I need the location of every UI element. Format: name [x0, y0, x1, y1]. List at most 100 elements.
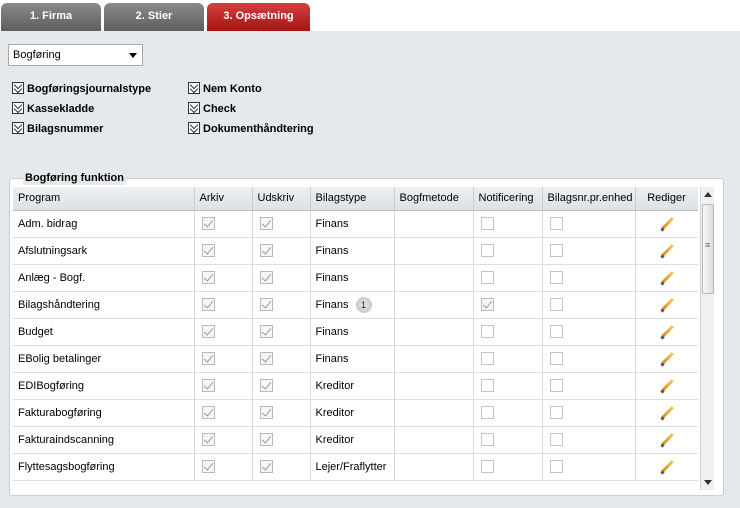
- udskriv-checkbox[interactable]: [259, 379, 273, 392]
- cell-bogfmetode[interactable]: [394, 453, 474, 481]
- cell-bilagstype[interactable]: Kreditor: [310, 426, 395, 454]
- cell-bogfmetode[interactable]: [394, 372, 474, 400]
- edit-pencil-icon[interactable]: [660, 433, 674, 447]
- section-nem-konto[interactable]: Nem Konto: [188, 82, 262, 96]
- cell-bogfmetode[interactable]: [394, 399, 474, 427]
- arkiv-checkbox[interactable]: [201, 433, 215, 446]
- bilagsnr-checkbox[interactable]: [549, 460, 563, 473]
- notificering-checkbox[interactable]: [480, 406, 494, 419]
- udskriv-checkbox[interactable]: [259, 352, 273, 365]
- cell-arkiv: [194, 291, 253, 319]
- cell-bogfmetode[interactable]: [394, 318, 474, 346]
- scroll-down-icon[interactable]: [704, 480, 712, 485]
- cell-bilagsnr: [542, 426, 636, 454]
- udskriv-checkbox[interactable]: [259, 460, 273, 473]
- column-header-notificering[interactable]: Notificering: [473, 187, 543, 211]
- grid-scrollbar[interactable]: [700, 187, 714, 490]
- scroll-up-icon[interactable]: [704, 192, 712, 197]
- cell-arkiv: [194, 345, 253, 373]
- cell-bilagstype[interactable]: Finans: [310, 210, 395, 238]
- section-bilagsnummer[interactable]: Bilagsnummer: [12, 122, 103, 136]
- bilagsnr-checkbox[interactable]: [549, 433, 563, 446]
- column-header-program[interactable]: Program: [13, 187, 195, 211]
- cell-bilagstype[interactable]: Finans: [310, 318, 395, 346]
- arkiv-checkbox[interactable]: [201, 217, 215, 230]
- edit-pencil-icon[interactable]: [660, 460, 674, 474]
- cell-bilagstype[interactable]: Finans 1: [310, 291, 395, 319]
- bilagsnr-checkbox[interactable]: [549, 406, 563, 419]
- udskriv-checkbox[interactable]: [259, 271, 273, 284]
- notificering-checkbox[interactable]: [480, 433, 494, 446]
- tab-opsaetning[interactable]: 3. Opsætning: [207, 3, 310, 31]
- section-kassekladde[interactable]: Kassekladde: [12, 102, 94, 116]
- tab-firma[interactable]: 1. Firma: [1, 3, 101, 31]
- cell-bilagstype[interactable]: Finans: [310, 237, 395, 265]
- notificering-checkbox[interactable]: [480, 244, 494, 257]
- cell-bilagstype[interactable]: Lejer/Fraflytter: [310, 453, 395, 481]
- notificering-checkbox[interactable]: [480, 460, 494, 473]
- cell-bogfmetode[interactable]: [394, 210, 474, 238]
- notificering-checkbox[interactable]: [480, 271, 494, 284]
- notificering-checkbox[interactable]: [480, 379, 494, 392]
- cell-bogfmetode[interactable]: [394, 426, 474, 454]
- section-check[interactable]: Check: [188, 102, 236, 116]
- arkiv-checkbox[interactable]: [201, 352, 215, 365]
- notificering-checkbox[interactable]: [480, 217, 494, 230]
- scroll-thumb[interactable]: [702, 204, 714, 294]
- arkiv-checkbox[interactable]: [201, 298, 215, 311]
- bilagsnr-checkbox[interactable]: [549, 352, 563, 365]
- cell-bogfmetode[interactable]: [394, 264, 474, 292]
- arkiv-checkbox[interactable]: [201, 379, 215, 392]
- edit-pencil-icon[interactable]: [660, 271, 674, 285]
- edit-pencil-icon[interactable]: [660, 352, 674, 366]
- udskriv-checkbox[interactable]: [259, 406, 273, 419]
- column-header-rediger[interactable]: Rediger: [635, 187, 698, 211]
- notificering-checkbox[interactable]: [480, 325, 494, 338]
- cell-rediger: [635, 453, 698, 481]
- bilagsnr-checkbox[interactable]: [549, 379, 563, 392]
- edit-pencil-icon[interactable]: [660, 217, 674, 231]
- cell-bogfmetode[interactable]: [394, 291, 474, 319]
- notificering-checkbox[interactable]: [480, 298, 494, 311]
- udskriv-checkbox[interactable]: [259, 433, 273, 446]
- udskriv-checkbox[interactable]: [259, 325, 273, 338]
- section-bogfoeringsjournalstype[interactable]: Bogføringsjournalstype: [12, 82, 151, 96]
- edit-pencil-icon[interactable]: [660, 379, 674, 393]
- section-dokumenthaandtering[interactable]: Dokumenthåndtering: [188, 122, 314, 136]
- bilagsnr-checkbox[interactable]: [549, 271, 563, 284]
- cell-bogfmetode[interactable]: [394, 237, 474, 265]
- bilagsnr-checkbox[interactable]: [549, 244, 563, 257]
- edit-pencil-icon[interactable]: [660, 244, 674, 258]
- edit-pencil-icon[interactable]: [660, 406, 674, 420]
- bilagsnr-checkbox[interactable]: [549, 325, 563, 338]
- column-header-bilagsnr[interactable]: Bilagsnr.pr.enhed: [542, 187, 636, 211]
- cell-notificering: [473, 345, 543, 373]
- bilagsnr-checkbox[interactable]: [549, 217, 563, 230]
- arkiv-checkbox[interactable]: [201, 460, 215, 473]
- udskriv-checkbox[interactable]: [259, 298, 273, 311]
- udskriv-checkbox[interactable]: [259, 217, 273, 230]
- edit-pencil-icon[interactable]: [660, 325, 674, 339]
- cell-bilagsnr: [542, 291, 636, 319]
- cell-bilagstype[interactable]: Kreditor: [310, 399, 395, 427]
- cell-bilagsnr: [542, 210, 636, 238]
- column-header-arkiv[interactable]: Arkiv: [194, 187, 253, 211]
- cell-bogfmetode[interactable]: [394, 345, 474, 373]
- cell-bilagstype[interactable]: Kreditor: [310, 372, 395, 400]
- bilagstype-value: Finans: [315, 271, 349, 284]
- udskriv-checkbox[interactable]: [259, 244, 273, 257]
- arkiv-checkbox[interactable]: [201, 271, 215, 284]
- cell-bilagstype[interactable]: Finans: [310, 264, 395, 292]
- column-header-bogfmetode[interactable]: Bogfmetode: [394, 187, 474, 211]
- arkiv-checkbox[interactable]: [201, 325, 215, 338]
- notificering-checkbox[interactable]: [480, 352, 494, 365]
- bilagsnr-checkbox[interactable]: [549, 298, 563, 311]
- column-header-udskriv[interactable]: Udskriv: [252, 187, 311, 211]
- category-dropdown[interactable]: Bogføring: [8, 44, 143, 66]
- column-header-bilagstype[interactable]: Bilagstype: [310, 187, 395, 211]
- arkiv-checkbox[interactable]: [201, 244, 215, 257]
- edit-pencil-icon[interactable]: [660, 298, 674, 312]
- arkiv-checkbox[interactable]: [201, 406, 215, 419]
- tab-stier[interactable]: 2. Stier: [104, 3, 204, 31]
- cell-bilagstype[interactable]: Finans: [310, 345, 395, 373]
